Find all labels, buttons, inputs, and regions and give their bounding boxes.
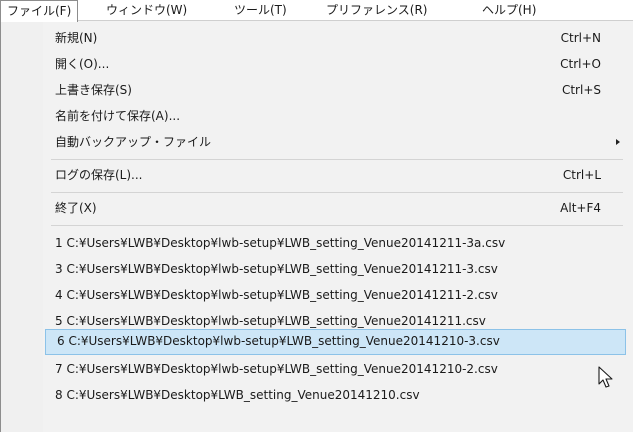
menu-item-label: 上書き保存(S) <box>55 83 132 97</box>
menu-bar: ファイル(F) ウィンドウ(W) ツール(T) プリファレンス(R) ヘルプ(H… <box>0 0 633 22</box>
menu-file[interactable]: ファイル(F) <box>0 0 79 22</box>
recent-file-item-highlighted[interactable]: 6 C:¥Users¥LWB¥Desktop¥lwb-setup¥LWB_set… <box>45 329 626 355</box>
file-dropdown-menu: 新規(N) Ctrl+N 開く(O)... Ctrl+O 上書き保存(S) Ct… <box>0 21 633 432</box>
menu-item-shortcut: Ctrl+S <box>561 83 601 97</box>
menu-item-overwrite-save[interactable]: 上書き保存(S) Ctrl+S <box>43 78 623 102</box>
menu-item-label: 開く(O)... <box>55 57 110 71</box>
recent-file-label: 4 C:¥Users¥LWB¥Desktop¥lwb-setup¥LWB_set… <box>55 288 498 302</box>
menu-item-label: ログの保存(L)... <box>55 168 143 182</box>
recent-file-item[interactable]: 7 C:¥Users¥LWB¥Desktop¥lwb-setup¥LWB_set… <box>43 357 623 381</box>
menu-item-label: 自動バックアップ・ファイル <box>55 135 212 149</box>
menu-item-shortcut: Ctrl+O <box>560 57 601 71</box>
recent-file-label: 1 C:¥Users¥LWB¥Desktop¥lwb-setup¥LWB_set… <box>55 236 506 250</box>
menu-item-label: 新規(N) <box>55 31 98 45</box>
menu-item-label: 名前を付けて保存(A)... <box>55 109 181 123</box>
menu-item-save-log[interactable]: ログの保存(L)... Ctrl+L <box>43 163 623 187</box>
menu-help[interactable]: ヘルプ(H) <box>476 0 542 21</box>
menu-item-shortcut: Alt+F4 <box>560 201 601 215</box>
menu-separator <box>51 159 623 160</box>
menu-item-open[interactable]: 開く(O)... Ctrl+O <box>43 52 623 76</box>
menu-icon-gutter <box>1 21 43 432</box>
menu-preferences[interactable]: プリファレンス(R) <box>320 0 433 21</box>
recent-file-item[interactable]: 8 C:¥Users¥LWB¥Desktop¥LWB_setting_Venue… <box>43 383 623 407</box>
recent-file-item[interactable]: 4 C:¥Users¥LWB¥Desktop¥lwb-setup¥LWB_set… <box>43 283 623 307</box>
menu-item-label: 終了(X) <box>55 201 97 215</box>
recent-file-label: 7 C:¥Users¥LWB¥Desktop¥lwb-setup¥LWB_set… <box>55 362 498 376</box>
menu-item-exit[interactable]: 終了(X) Alt+F4 <box>43 196 623 220</box>
recent-file-label: 8 C:¥Users¥LWB¥Desktop¥LWB_setting_Venue… <box>55 388 420 402</box>
recent-file-label: 3 C:¥Users¥LWB¥Desktop¥lwb-setup¥LWB_set… <box>55 262 498 276</box>
menu-separator <box>51 192 623 193</box>
menu-item-shortcut: Ctrl+N <box>560 31 601 45</box>
menu-item-save-as[interactable]: 名前を付けて保存(A)... <box>43 104 623 128</box>
menu-window[interactable]: ウィンドウ(W) <box>100 0 193 21</box>
menu-separator <box>51 225 623 226</box>
chevron-right-icon <box>616 139 620 145</box>
menu-item-shortcut: Ctrl+L <box>562 168 601 182</box>
menu-item-new[interactable]: 新規(N) Ctrl+N <box>43 26 623 50</box>
menu-item-auto-backup[interactable]: 自動バックアップ・ファイル <box>43 130 623 154</box>
menu-tools[interactable]: ツール(T) <box>228 0 293 21</box>
mouse-pointer-icon <box>598 366 613 388</box>
recent-file-label: 6 C:¥Users¥LWB¥Desktop¥lwb-setup¥LWB_set… <box>57 334 500 348</box>
recent-file-item[interactable]: 1 C:¥Users¥LWB¥Desktop¥lwb-setup¥LWB_set… <box>43 231 623 255</box>
recent-file-item[interactable]: 3 C:¥Users¥LWB¥Desktop¥lwb-setup¥LWB_set… <box>43 257 623 281</box>
